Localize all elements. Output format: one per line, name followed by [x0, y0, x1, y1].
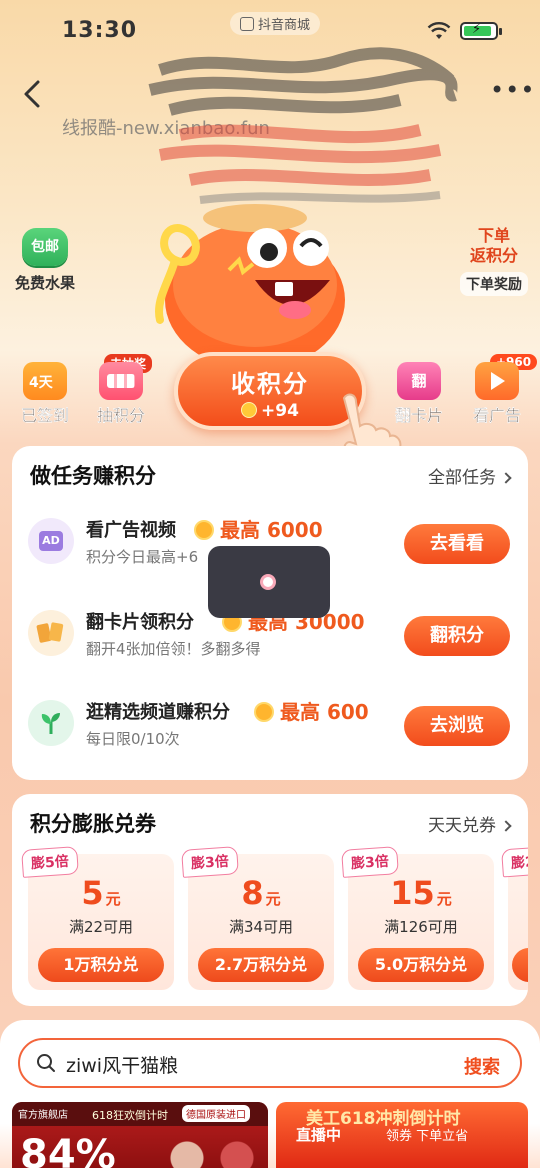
redacted-scribble [148, 47, 459, 204]
sprout-icon [28, 700, 74, 746]
coupon-item: 膨3倍 8元 满34可用 2.7万积分兑 [181, 846, 334, 990]
flip-card-icon: 翻 [397, 362, 441, 400]
discount-percent: 84% [20, 1132, 116, 1168]
task-title: 逛精选频道赚积分 [86, 702, 230, 723]
coupon-amount: 8元 [241, 874, 281, 912]
task-title: 看广告视频 [86, 520, 176, 541]
task-desc: 翻开4张加倍领！多翻多得 [86, 640, 261, 658]
free-fruit-badge[interactable]: 包邮 免费水果 [10, 228, 80, 293]
lottery-label: 抽积分 [96, 406, 145, 425]
wifi-icon [427, 22, 451, 39]
coupon-item: 膨5倍 5元 满22可用 1万积分兑 [21, 846, 174, 990]
import-tag: 德国原装进口 [182, 1105, 250, 1122]
promo-banner-right[interactable]: 美工618冲刺倒计时 直播中 领券 下单立省 [276, 1102, 528, 1168]
order-badge-line2: 返积分 [469, 246, 518, 265]
coin-icon [194, 520, 214, 540]
flip-points-button[interactable]: 翻积分 [404, 616, 510, 656]
redeem-button[interactable]: 2.7万积分兑 [198, 948, 324, 982]
task-reward: 最高 600 [254, 696, 369, 725]
status-app-name: 抖音商城 [258, 18, 311, 33]
checkin-label: 已签到 [20, 406, 69, 425]
redeem-button[interactable] [512, 948, 528, 982]
daily-coupon-link[interactable]: 天天兑券 [428, 811, 512, 836]
chevron-right-icon [500, 820, 512, 832]
task-desc: 积分今日最高+6 [86, 548, 199, 566]
lottery-entry[interactable]: 去抽奖 抽积分 [86, 354, 156, 426]
play-icon [475, 362, 519, 400]
checkin-days: 4天 [29, 375, 53, 391]
coupon-condition: 满34可用 [228, 918, 294, 936]
coupon-amount: 5元 [81, 874, 121, 912]
more-icon[interactable]: ••• [490, 78, 534, 102]
task-desc: 每日限0/10次 [86, 730, 180, 748]
record-icon [260, 574, 276, 590]
back-icon[interactable] [18, 78, 50, 110]
official-store-tag: 官方旗舰店 [18, 1110, 68, 1121]
search-input[interactable] [66, 1050, 426, 1078]
ad-icon: AD [28, 518, 74, 564]
mascot-illustration [155, 204, 345, 370]
chevron-right-icon [500, 472, 512, 484]
order-reward-badge[interactable]: 下单 返积分 下单奖励 [456, 226, 532, 296]
watch-ad-button[interactable]: 去看看 [404, 524, 510, 564]
flipcard-label: 翻卡片 [394, 406, 443, 425]
order-badge-line1: 下单 [477, 226, 510, 245]
live-badge: 直播中 [296, 1126, 342, 1144]
search-icon [37, 1054, 55, 1072]
coupon-condition: 满22可用 [68, 918, 134, 936]
task-card-title: 做任务赚积分 [30, 464, 156, 488]
cards-icon [28, 610, 74, 656]
browse-button[interactable]: 去浏览 [404, 706, 510, 746]
sale-countdown: 618狂欢倒计时 [92, 1109, 168, 1122]
floating-record-overlay[interactable] [208, 546, 330, 618]
coupon-card-title: 积分膨胀兑券 [30, 812, 156, 836]
task-title: 翻卡片领积分 [86, 612, 194, 633]
status-time: 13:30 [62, 18, 138, 43]
calendar-icon: 4天 [23, 362, 67, 400]
watch-ad-label: 看广告 [472, 406, 521, 425]
coin-icon [241, 402, 258, 418]
watch-ad-entry[interactable]: +960 看广告 [462, 354, 538, 426]
redeem-button[interactable]: 5.0万积分兑 [358, 948, 484, 982]
promo-save-text: 领券 下单立省 [386, 1129, 469, 1144]
coupon-item-partial[interactable]: 膨2 [501, 846, 528, 990]
multiplier-badge: 膨2 [501, 846, 528, 878]
app-icon [240, 17, 254, 31]
product-cans-image [162, 1138, 262, 1168]
task-row: 逛精选频道赚积分 最高 600 每日限0/10次 去浏览 [12, 684, 528, 764]
free-fruit-caption: 免费水果 [14, 274, 75, 292]
coupon-amount: 15 元 [390, 874, 452, 912]
coupon-item: 膨3倍 15 元 满126可用 5.0万积分兑 [341, 846, 494, 990]
slot-machine-icon [99, 362, 143, 400]
order-badge-caption: 下单奖励 [460, 272, 528, 296]
free-shipping-pill: 包邮 [22, 228, 68, 266]
status-app-pill: 抖音商城 [230, 12, 321, 35]
redeem-button[interactable]: 1万积分兑 [38, 948, 164, 982]
flipcard-entry[interactable]: 翻 翻卡片 [384, 362, 454, 426]
battery-icon: ⚡ [460, 22, 502, 40]
search-button[interactable]: 搜索 [464, 1053, 500, 1079]
checkin-entry[interactable]: 4天 已签到 [10, 362, 80, 426]
task-reward: 最高 6000 [194, 514, 323, 543]
promo-banner-left[interactable]: 官方旗舰店 618狂欢倒计时 德国原装进口 84% [12, 1102, 268, 1168]
coin-icon [254, 702, 274, 722]
coupon-card: 积分膨胀兑券 天天兑券 膨5倍 5元 满22可用 1万积分兑 膨3倍 8元 满3… [12, 794, 528, 1006]
search-bar[interactable]: 搜索 [18, 1038, 522, 1088]
all-tasks-link[interactable]: 全部任务 [428, 463, 512, 488]
coupon-condition: 满126可用 [384, 918, 458, 936]
